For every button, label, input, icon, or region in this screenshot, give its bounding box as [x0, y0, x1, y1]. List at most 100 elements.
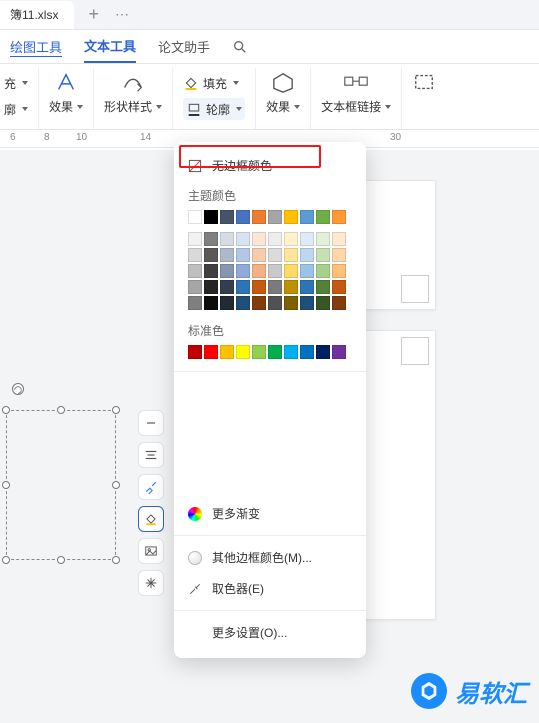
resize-handle[interactable]: [112, 556, 120, 564]
resize-handle[interactable]: [57, 556, 65, 564]
color-swatch[interactable]: [284, 345, 298, 359]
color-swatch[interactable]: [284, 232, 298, 246]
color-swatch[interactable]: [188, 296, 202, 310]
color-swatch[interactable]: [220, 280, 234, 294]
tab-search[interactable]: [232, 31, 248, 63]
color-swatch[interactable]: [284, 296, 298, 310]
color-swatch[interactable]: [252, 345, 266, 359]
file-tab-active[interactable]: 簿11.xlsx: [0, 1, 74, 29]
selected-shape[interactable]: [6, 410, 116, 560]
color-swatch[interactable]: [236, 210, 250, 224]
dropdown-no-border-color[interactable]: 无边框颜色: [174, 150, 366, 181]
color-swatch[interactable]: [236, 280, 250, 294]
ribbon-group-more[interactable]: [402, 68, 446, 129]
color-swatch[interactable]: [236, 345, 250, 359]
tool-fill-bucket[interactable]: [138, 506, 164, 532]
color-swatch[interactable]: [300, 248, 314, 262]
dropdown-more-gradient[interactable]: 更多渐变: [174, 498, 366, 529]
tab-drawing-tools[interactable]: 绘图工具: [10, 31, 62, 63]
color-swatch[interactable]: [220, 264, 234, 278]
color-swatch[interactable]: [204, 280, 218, 294]
ribbon-group-textbox-link[interactable]: 文本框链接: [311, 68, 402, 129]
color-swatch[interactable]: [268, 210, 282, 224]
color-swatch[interactable]: [220, 345, 234, 359]
color-swatch[interactable]: [284, 210, 298, 224]
color-swatch[interactable]: [332, 296, 346, 310]
ribbon-group-effect[interactable]: 效果: [39, 68, 94, 129]
color-swatch[interactable]: [204, 296, 218, 310]
color-swatch[interactable]: [316, 280, 330, 294]
color-swatch[interactable]: [236, 296, 250, 310]
color-swatch[interactable]: [332, 210, 346, 224]
color-swatch[interactable]: [188, 232, 202, 246]
ribbon-fill-small[interactable]: 充: [4, 72, 28, 94]
color-swatch[interactable]: [332, 345, 346, 359]
color-swatch[interactable]: [332, 232, 346, 246]
color-swatch[interactable]: [252, 232, 266, 246]
tool-more[interactable]: [138, 570, 164, 596]
color-swatch[interactable]: [300, 296, 314, 310]
color-swatch[interactable]: [220, 248, 234, 262]
color-swatch[interactable]: [268, 248, 282, 262]
color-swatch[interactable]: [252, 280, 266, 294]
color-swatch[interactable]: [236, 264, 250, 278]
color-swatch[interactable]: [300, 345, 314, 359]
dropdown-more-border-colors[interactable]: 其他边框颜色(M)...: [174, 542, 366, 573]
color-swatch[interactable]: [252, 248, 266, 262]
resize-handle[interactable]: [112, 481, 120, 489]
color-swatch[interactable]: [268, 280, 282, 294]
color-swatch[interactable]: [204, 345, 218, 359]
color-swatch[interactable]: [236, 232, 250, 246]
new-tab-button[interactable]: +: [82, 4, 105, 25]
color-swatch[interactable]: [220, 232, 234, 246]
color-swatch[interactable]: [300, 232, 314, 246]
color-swatch[interactable]: [316, 264, 330, 278]
tab-thesis-helper[interactable]: 论文助手: [158, 31, 210, 63]
color-swatch[interactable]: [220, 210, 234, 224]
resize-handle[interactable]: [2, 406, 10, 414]
color-swatch[interactable]: [204, 248, 218, 262]
color-swatch[interactable]: [316, 248, 330, 262]
tool-align[interactable]: [138, 442, 164, 468]
color-swatch[interactable]: [316, 210, 330, 224]
resize-handle[interactable]: [112, 406, 120, 414]
ribbon-fill-button[interactable]: 填充: [183, 72, 245, 94]
color-swatch[interactable]: [300, 280, 314, 294]
color-swatch[interactable]: [252, 264, 266, 278]
tab-more-button[interactable]: ⋯: [109, 6, 135, 23]
color-swatch[interactable]: [268, 264, 282, 278]
color-swatch[interactable]: [268, 345, 282, 359]
color-swatch[interactable]: [284, 264, 298, 278]
color-swatch[interactable]: [284, 280, 298, 294]
color-swatch[interactable]: [204, 264, 218, 278]
tool-brush[interactable]: [138, 474, 164, 500]
color-swatch[interactable]: [332, 280, 346, 294]
color-swatch[interactable]: [316, 232, 330, 246]
color-swatch[interactable]: [188, 248, 202, 262]
color-swatch[interactable]: [332, 248, 346, 262]
tab-text-tools[interactable]: 文本工具: [84, 31, 136, 63]
color-swatch[interactable]: [300, 264, 314, 278]
color-swatch[interactable]: [284, 248, 298, 262]
color-swatch[interactable]: [332, 264, 346, 278]
ribbon-outline-small[interactable]: 廓: [4, 98, 28, 120]
color-swatch[interactable]: [252, 210, 266, 224]
ribbon-group-shape-style[interactable]: 形状样式: [94, 68, 173, 129]
color-swatch[interactable]: [300, 210, 314, 224]
rotate-handle[interactable]: [12, 383, 24, 395]
color-swatch[interactable]: [268, 296, 282, 310]
dropdown-more-settings[interactable]: 更多设置(O)...: [174, 617, 366, 648]
color-swatch[interactable]: [188, 264, 202, 278]
resize-handle[interactable]: [57, 406, 65, 414]
ribbon-group-effect2[interactable]: 效果: [256, 68, 311, 129]
color-swatch[interactable]: [220, 296, 234, 310]
color-swatch[interactable]: [188, 280, 202, 294]
color-swatch[interactable]: [204, 210, 218, 224]
color-swatch[interactable]: [316, 296, 330, 310]
color-swatch[interactable]: [204, 232, 218, 246]
tool-image[interactable]: [138, 538, 164, 564]
color-swatch[interactable]: [316, 345, 330, 359]
color-swatch[interactable]: [188, 210, 202, 224]
resize-handle[interactable]: [2, 556, 10, 564]
color-swatch[interactable]: [236, 248, 250, 262]
